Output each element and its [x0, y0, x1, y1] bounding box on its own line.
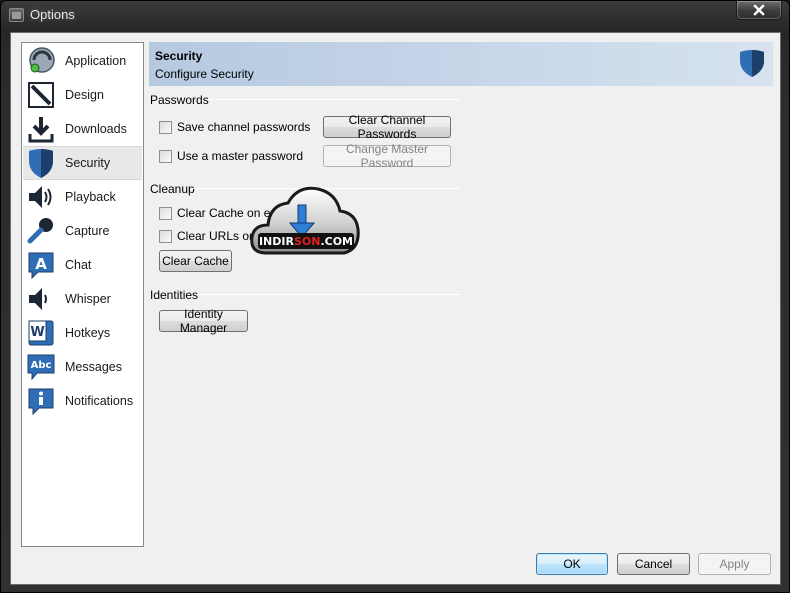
sidebar-item-hotkeys[interactable]: W Hotkeys [23, 316, 142, 350]
svg-text:INDIRSON.COM: INDIRSON.COM [259, 235, 353, 248]
sidebar-item-design[interactable]: Design [23, 78, 142, 112]
watermark-text-c: .COM [320, 235, 353, 248]
clear-channel-passwords-button[interactable]: Clear Channel Passwords [323, 113, 451, 141]
svg-text:W: W [30, 325, 44, 340]
sidebar-item-label: Downloads [65, 122, 127, 136]
watermark-text-a: INDIR [259, 235, 295, 248]
whisper-icon [25, 283, 57, 315]
sidebar-item-label: Application [65, 54, 127, 68]
downloads-icon [25, 113, 57, 145]
sidebar-item-label: Security [65, 156, 111, 170]
passwords-group-title: Passwords [150, 93, 209, 107]
apply-button[interactable]: Apply [698, 553, 771, 575]
category-list: Application Design Downloads Security Pl… [21, 42, 144, 547]
section-title: Security [155, 49, 203, 63]
info-icon [25, 385, 57, 417]
watermark-text-b: SON [294, 235, 320, 248]
window-title: Options [30, 7, 75, 22]
use-master-password-checkbox[interactable]: Use a master password [159, 148, 303, 164]
checkbox-label: Use a master password [177, 149, 304, 163]
sidebar-item-label: Notifications [65, 394, 134, 408]
save-channel-passwords-checkbox[interactable]: Save channel passwords [159, 119, 310, 135]
svg-text:Abc: Abc [31, 360, 52, 371]
svg-text:A: A [35, 255, 47, 273]
sidebar-item-chat[interactable]: A Chat [23, 248, 142, 282]
identity-manager-button[interactable]: Identity Manager [159, 307, 248, 335]
cancel-button[interactable]: Cancel [617, 553, 690, 575]
clear-cache-button[interactable]: Clear Cache [159, 250, 232, 272]
title-bar[interactable]: Options [1, 1, 789, 29]
sidebar-item-capture[interactable]: Capture [23, 214, 142, 248]
ok-button[interactable]: OK [536, 553, 608, 575]
options-window: Options Application Design Downloads Sec… [0, 0, 790, 593]
group-divider [199, 294, 461, 295]
sidebar-item-application[interactable]: Application [23, 44, 142, 78]
group-divider [206, 99, 461, 100]
identities-group-title: Identities [150, 288, 199, 302]
shield-icon [25, 147, 57, 179]
checkbox-box[interactable] [159, 149, 172, 163]
sidebar-item-label: Whisper [65, 292, 111, 306]
cleanup-group-title: Cleanup [150, 182, 195, 196]
sidebar-item-downloads[interactable]: Downloads [23, 112, 142, 146]
section-subtitle: Configure Security [155, 67, 254, 81]
close-icon [753, 4, 765, 16]
sidebar-item-label: Chat [65, 258, 92, 272]
shield-icon [738, 48, 766, 81]
sidebar-item-label: Messages [65, 360, 122, 374]
indirson-watermark-logo: INDIRSON.COM [248, 183, 364, 261]
microphone-icon [25, 215, 57, 247]
hotkeys-icon: W [25, 317, 57, 349]
sidebar-item-label: Playback [65, 190, 116, 204]
sidebar-item-whisper[interactable]: Whisper [23, 282, 142, 316]
sidebar-item-label: Capture [65, 224, 110, 238]
application-icon [25, 45, 57, 77]
messages-icon: Abc [25, 351, 57, 383]
change-master-password-button[interactable]: Change Master Password [323, 142, 451, 170]
checkbox-label: Save channel passwords [177, 120, 311, 134]
window-icon [9, 8, 24, 22]
sidebar-item-label: Design [65, 88, 104, 102]
close-button[interactable] [736, 1, 782, 20]
sidebar-item-messages[interactable]: Abc Messages [23, 350, 142, 384]
chat-icon: A [25, 249, 57, 281]
sidebar-item-playback[interactable]: Playback [23, 180, 142, 214]
sidebar-item-label: Hotkeys [65, 326, 111, 340]
sidebar-item-notifications[interactable]: Notifications [23, 384, 142, 418]
checkbox-box[interactable] [159, 120, 172, 134]
sidebar-item-security[interactable]: Security [23, 146, 142, 180]
section-header: Security Configure Security [149, 42, 773, 86]
options-content: Application Design Downloads Security Pl… [10, 32, 781, 585]
checkbox-box[interactable] [159, 229, 172, 243]
checkbox-box[interactable] [159, 206, 172, 220]
design-icon [25, 79, 57, 111]
speaker-icon [25, 181, 57, 213]
